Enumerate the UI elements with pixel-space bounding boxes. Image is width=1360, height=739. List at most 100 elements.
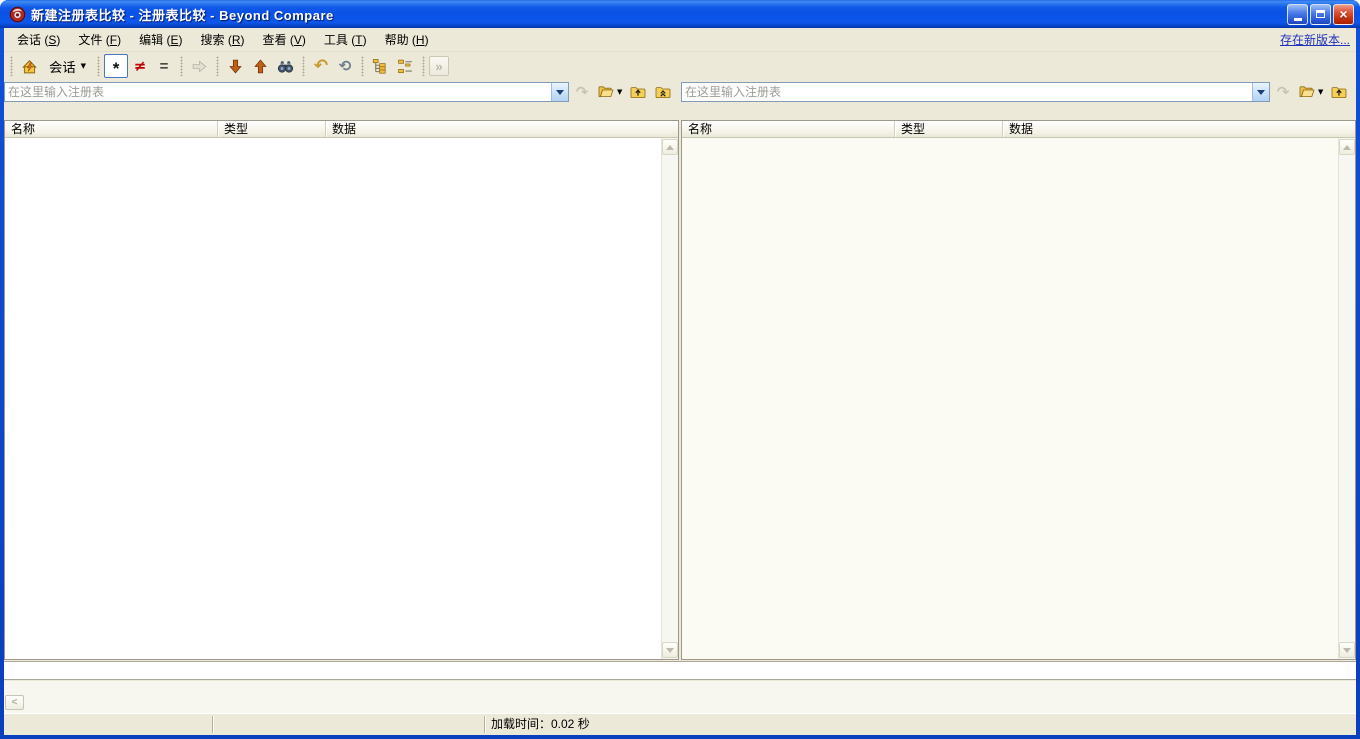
expand-all-button[interactable] (368, 54, 393, 78)
chevron-up-icon (1343, 145, 1351, 150)
window-title: 新建注册表比较 - 注册表比较 - Beyond Compare (31, 5, 334, 24)
curved-arrow-icon: ↷ (576, 85, 589, 100)
flatten-list-icon (397, 58, 414, 75)
right-path-combobox (681, 82, 1270, 102)
toolbar-gripper[interactable] (302, 56, 305, 76)
scroll-down-button[interactable] (662, 642, 678, 658)
minimize-icon (1294, 18, 1302, 21)
chevron-right-double-icon: » (435, 60, 442, 73)
status-panel-1 (4, 716, 213, 733)
scroll-down-button[interactable] (1339, 642, 1355, 658)
left-path-dropdown-button[interactable] (551, 83, 568, 101)
menu-session[interactable]: 会话 (S) (8, 28, 69, 51)
right-path-input[interactable] (682, 83, 1252, 101)
column-header-data[interactable]: 数据 (326, 121, 678, 137)
menu-help[interactable]: 帮助 (H) (376, 28, 438, 51)
full-refresh-button[interactable]: ↶ (309, 54, 333, 78)
right-compare-pane: 名称 类型 数据 (681, 120, 1356, 660)
column-header-type[interactable]: 类型 (218, 121, 326, 137)
menu-view[interactable]: 查看 (V) (253, 28, 314, 51)
chevron-down-icon: ▼ (617, 88, 622, 96)
update-available-link[interactable]: 存在新版本... (1280, 31, 1350, 48)
equal-icon: = (160, 59, 169, 74)
right-path-controls: ↷ ▼ (681, 82, 1356, 102)
curved-arrow-icon: ↷ (1277, 85, 1290, 100)
left-browse-button[interactable]: ▼ (595, 82, 624, 102)
left-refresh-button[interactable]: ↷ (572, 82, 592, 102)
copy-to-right-button[interactable] (187, 54, 212, 78)
right-vertical-scrollbar[interactable] (1338, 138, 1355, 659)
right-parent-folder-button[interactable] (1328, 82, 1350, 102)
home-button[interactable] (17, 54, 42, 78)
app-window: 新建注册表比较 - 注册表比较 - Beyond Compare × 会话 (S… (0, 0, 1360, 739)
toolbar-gripper[interactable] (422, 56, 425, 76)
right-path-dropdown-button[interactable] (1252, 83, 1269, 101)
maximize-button[interactable] (1310, 4, 1331, 25)
next-difference-button[interactable] (223, 54, 248, 78)
toolbar-gripper[interactable] (180, 56, 183, 76)
show-matches-button[interactable]: = (152, 54, 176, 78)
left-parent-folder-button[interactable] (627, 82, 649, 102)
left-base-folders-button[interactable] (652, 82, 674, 102)
swap-sides-button[interactable]: ⟲ (333, 54, 357, 78)
scroll-left-button[interactable]: < (5, 695, 24, 710)
menu-search[interactable]: 搜索 (R) (191, 28, 253, 51)
toolbar: 会话 ▼ * ≠ = (4, 52, 1356, 80)
column-header-name[interactable]: 名称 (682, 121, 895, 137)
title-bar[interactable]: 新建注册表比较 - 注册表比较 - Beyond Compare × (0, 0, 1360, 28)
show-differences-button[interactable]: ≠ (128, 54, 152, 78)
arrow-right-icon (191, 58, 208, 75)
minimize-button[interactable] (1287, 4, 1308, 25)
menu-tools[interactable]: 工具 (T) (315, 28, 376, 51)
status-bar: 加载时间：0.02 秒 (4, 713, 1356, 735)
toolbar-gripper[interactable] (10, 56, 13, 76)
menu-edit[interactable]: 编辑 (E) (130, 28, 191, 51)
left-path-input[interactable] (5, 83, 551, 101)
column-header-data[interactable]: 数据 (1003, 121, 1355, 137)
chevron-down-icon: ▼ (1318, 88, 1323, 96)
right-browse-button[interactable]: ▼ (1296, 82, 1325, 102)
chevron-down-icon: ▼ (81, 63, 86, 70)
toolbar-gripper[interactable] (97, 56, 100, 76)
close-icon: × (1339, 7, 1347, 21)
arrow-down-icon (227, 58, 244, 75)
chevron-down-icon (1257, 90, 1265, 95)
column-header-name[interactable]: 名称 (5, 121, 218, 137)
show-all-icon: * (113, 60, 120, 77)
right-refresh-button[interactable]: ↷ (1273, 82, 1293, 102)
folder-up-icon (1330, 84, 1348, 100)
menu-file[interactable]: 文件 (F) (69, 28, 130, 51)
right-pane-content[interactable] (682, 138, 1355, 659)
more-buttons-button[interactable]: » (429, 56, 449, 76)
left-compare-pane: 名称 类型 数据 (4, 120, 679, 660)
window-controls: × (1287, 4, 1354, 25)
previous-difference-button[interactable] (248, 54, 273, 78)
toolbar-gripper[interactable] (216, 56, 219, 76)
folder-up-icon (629, 84, 647, 100)
path-row: ↷ ▼ (4, 80, 1356, 104)
left-vertical-scrollbar[interactable] (661, 138, 678, 659)
menu-bar: 会话 (S) 文件 (F) 编辑 (E) 搜索 (R) 查看 (V) 工具 (T… (4, 28, 1356, 52)
find-button[interactable] (273, 54, 298, 78)
column-header-type[interactable]: 类型 (895, 121, 1003, 137)
left-path-combobox (4, 82, 569, 102)
collapse-tree-icon-button[interactable] (393, 54, 418, 78)
client-area: 会话 (S) 文件 (F) 编辑 (E) 搜索 (R) 查看 (V) 工具 (T… (4, 28, 1356, 735)
maximize-icon (1316, 10, 1325, 18)
toolbar-gripper[interactable] (361, 56, 364, 76)
chevron-down-icon (666, 648, 674, 653)
left-pane-content[interactable] (5, 138, 678, 659)
folder-double-up-icon (654, 84, 672, 100)
scroll-up-button[interactable] (662, 139, 678, 155)
left-path-controls: ↷ ▼ (4, 82, 679, 102)
chevron-down-icon (556, 90, 564, 95)
show-all-button[interactable]: * (104, 54, 128, 78)
beyond-compare-app-icon[interactable] (9, 6, 26, 23)
status-panel-2 (213, 716, 485, 733)
open-folder-icon (1298, 84, 1316, 100)
session-dropdown-button[interactable]: 会话 ▼ (42, 54, 93, 78)
scroll-up-button[interactable] (1339, 139, 1355, 155)
undo-curved-arrow-icon: ↶ (314, 58, 328, 75)
close-button[interactable]: × (1333, 4, 1354, 25)
arrow-up-icon (252, 58, 269, 75)
